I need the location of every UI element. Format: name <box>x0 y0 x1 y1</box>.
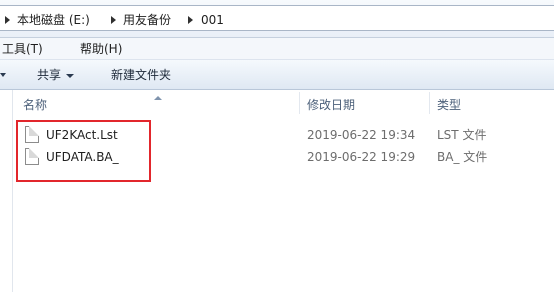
chevron-right-icon[interactable] <box>111 16 116 24</box>
command-bar: 共享 新建文件夹 <box>0 60 554 90</box>
pane-divider[interactable] <box>12 90 13 292</box>
column-divider[interactable] <box>299 92 300 114</box>
column-header-date[interactable]: 修改日期 <box>307 97 355 113</box>
address-box[interactable]: 本地磁盘 (E:) 用友备份 001 <box>0 5 554 31</box>
chevron-right-icon[interactable] <box>5 16 10 24</box>
menu-help[interactable]: 帮助(H) <box>80 41 122 57</box>
menu-bar: 工具(T) 帮助(H) <box>0 38 554 60</box>
new-folder-button[interactable]: 新建文件夹 <box>111 67 171 83</box>
highlight-box <box>16 120 151 182</box>
file-date: 2019-06-22 19:34 <box>307 128 416 142</box>
dropdown-arrow-icon[interactable] <box>0 73 6 77</box>
column-header-name[interactable]: 名称 <box>23 97 47 113</box>
column-headers: 名称 修改日期 类型 <box>13 90 554 116</box>
file-type: LST 文件 <box>437 128 487 142</box>
breadcrumb-yonyou-backup[interactable]: 用友备份 <box>123 12 171 28</box>
breadcrumb-local-disk[interactable]: 本地磁盘 (E:) <box>17 12 90 28</box>
column-divider[interactable] <box>429 92 430 114</box>
dropdown-arrow-icon <box>66 73 75 78</box>
menu-tools[interactable]: 工具(T) <box>2 41 43 57</box>
sort-up-icon <box>154 96 162 100</box>
file-date: 2019-06-22 19:29 <box>307 150 416 164</box>
chevron-right-icon[interactable] <box>188 16 193 24</box>
share-label: 共享 <box>37 68 62 82</box>
column-header-type[interactable]: 类型 <box>437 97 461 113</box>
breadcrumb-001[interactable]: 001 <box>201 12 224 28</box>
navigation-pane[interactable] <box>0 90 12 292</box>
address-bar: 本地磁盘 (E:) 用友备份 001 <box>0 0 554 38</box>
share-button[interactable]: 共享 <box>37 67 75 83</box>
file-type: BA_ 文件 <box>437 150 488 164</box>
